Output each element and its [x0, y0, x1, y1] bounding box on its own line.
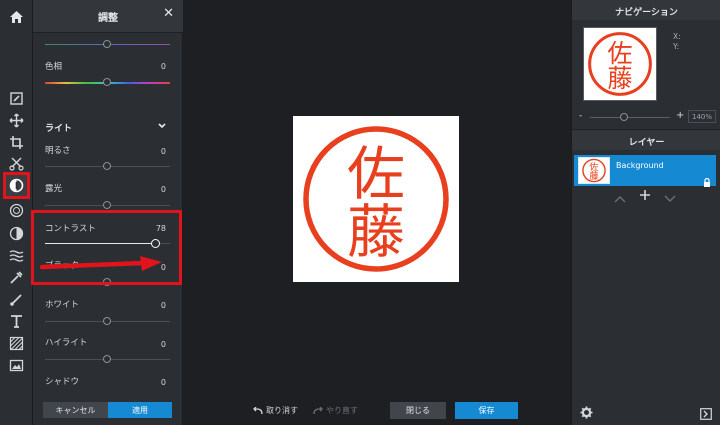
shadow-value: 0	[160, 378, 166, 387]
canvas-image[interactable]: 佐 藤	[293, 116, 459, 282]
image-icon	[9, 359, 23, 371]
move-icon	[9, 113, 23, 127]
tool-sidebar	[0, 0, 33, 425]
navigation-title: ナビゲーション	[572, 0, 720, 20]
text-icon	[10, 314, 22, 328]
chevron-down-icon	[664, 195, 676, 202]
move-tool-button[interactable]	[4, 109, 28, 131]
layer-name: Background	[616, 161, 664, 170]
filter-tool-button[interactable]	[4, 199, 28, 221]
layer-stamp-preview: 佐 藤	[582, 158, 606, 183]
stamp-text-bottom: 藤	[347, 198, 405, 266]
y-coordinate-label: Y:	[673, 42, 680, 51]
red-arrow-annotation	[40, 256, 162, 271]
nav-stamp-text-bottom: 藤	[607, 64, 632, 93]
undo-label: 取り消す	[266, 406, 298, 415]
wave-tool-button[interactable]	[4, 244, 28, 266]
add-layer-button[interactable]	[639, 189, 651, 205]
settings-button[interactable]	[580, 404, 593, 423]
redo-button[interactable]: やり直す	[313, 405, 358, 416]
white-label: ホワイト	[45, 300, 80, 310]
adjust-icon	[9, 178, 24, 193]
crop-icon	[9, 135, 23, 149]
navigation-thumbnail[interactable]: 佐 藤	[583, 27, 657, 101]
light-section-title[interactable]: ライト	[45, 121, 72, 134]
stamp-seal: 佐 藤	[303, 126, 449, 272]
collapse-panel-button[interactable]	[700, 405, 712, 424]
brightness-slider-knob[interactable]	[103, 162, 111, 170]
save-button[interactable]: 保存	[455, 402, 518, 419]
highlight-value: 0	[160, 340, 166, 349]
exposure-label: 露光	[45, 184, 63, 194]
panel-title: 調整	[98, 13, 118, 24]
nav-stamp-text-top: 佐	[607, 39, 632, 68]
dropper-icon	[9, 270, 23, 284]
x-coordinate-label: X:	[673, 32, 681, 41]
saturation-slider-knob[interactable]	[103, 40, 111, 48]
edit-tool-button[interactable]	[4, 87, 28, 109]
collapse-icon	[700, 408, 712, 420]
redo-label: やり直す	[326, 406, 358, 415]
effect-tool-button[interactable]	[4, 222, 28, 244]
undo-icon	[253, 406, 263, 414]
image-tool-button[interactable]	[4, 354, 28, 376]
zoom-level-input[interactable]: 140%	[688, 110, 716, 123]
white-slider-knob[interactable]	[103, 317, 111, 325]
cancel-button[interactable]: キャンセル	[43, 402, 108, 418]
crop-tool-button[interactable]	[4, 131, 28, 153]
zoom-slider-knob[interactable]	[620, 113, 628, 121]
dropper-tool-button[interactable]	[4, 266, 28, 288]
shadow-label: シャドウ	[45, 377, 80, 387]
gear-icon	[580, 406, 593, 419]
text-tool-button[interactable]	[4, 310, 28, 332]
layers-title: レイヤー	[572, 130, 720, 150]
texture-tool-button[interactable]	[4, 332, 28, 354]
layer-stamp-text-bottom: 藤	[589, 170, 598, 182]
home-button[interactable]	[0, 0, 33, 33]
brightness-label: 明るさ	[45, 146, 71, 156]
home-icon	[10, 10, 23, 23]
edit-icon	[9, 91, 23, 105]
chevron-down-icon[interactable]	[158, 122, 166, 131]
adjust-tool-button[interactable]	[3, 172, 30, 199]
half-circle-icon	[9, 226, 23, 240]
hue-slider-knob[interactable]	[103, 78, 111, 86]
brush-icon	[9, 293, 22, 306]
brush-tool-button[interactable]	[4, 288, 28, 310]
redo-icon	[313, 406, 323, 414]
undo-button[interactable]: 取り消す	[253, 405, 298, 416]
navigation-stamp-preview: 佐 藤	[588, 32, 652, 96]
white-value: 0	[160, 301, 166, 310]
zoom-in-button[interactable]: +	[676, 110, 684, 121]
adjust-panel-header: 調整 ✕	[33, 0, 183, 33]
layer-move-down-button[interactable]	[664, 192, 676, 206]
brightness-value: 0	[160, 147, 166, 156]
close-icon[interactable]: ✕	[163, 7, 174, 20]
exposure-slider-knob[interactable]	[103, 201, 111, 209]
layer-thumbnail[interactable]: 佐 藤	[578, 157, 610, 184]
zoom-slider-track[interactable]	[590, 117, 670, 118]
filter-icon	[9, 203, 23, 217]
hue-value: 0	[160, 62, 166, 71]
chevron-up-icon	[614, 196, 626, 203]
texture-icon	[9, 336, 23, 350]
plus-icon	[640, 190, 650, 200]
wave-icon	[9, 249, 23, 262]
panel-divider	[571, 129, 720, 130]
scissors-icon	[8, 157, 24, 171]
close-button[interactable]: 閉じる	[390, 402, 446, 419]
zoom-out-button[interactable]: -	[579, 111, 582, 121]
highlight-label: ハイライト	[45, 338, 88, 348]
exposure-value: 0	[160, 185, 166, 194]
highlight-slider-knob[interactable]	[103, 355, 111, 363]
lock-icon[interactable]	[703, 172, 711, 191]
hue-label: 色相	[45, 62, 63, 72]
apply-button[interactable]: 適用	[108, 402, 172, 418]
layer-move-up-button[interactable]	[614, 192, 626, 206]
cut-tool-button[interactable]	[4, 152, 28, 174]
